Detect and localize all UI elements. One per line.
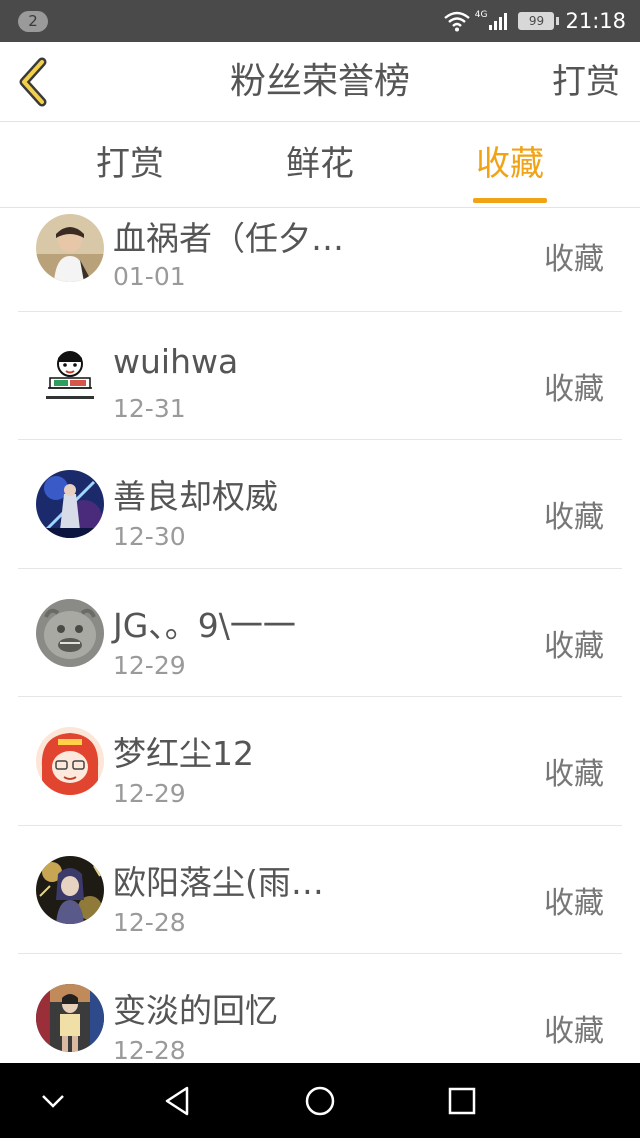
user-avatar[interactable] — [36, 727, 104, 795]
battery-icon: 99 — [518, 12, 555, 30]
user-avatar[interactable] — [36, 470, 104, 538]
user-name: wuihwa — [113, 342, 239, 381]
user-name: 善良却权威 — [113, 477, 278, 516]
status-bar: 2 4G 99 21:18 — [0, 0, 640, 42]
user-avatar[interactable] — [36, 599, 104, 667]
action-label: 收藏 — [544, 886, 604, 921]
tab-favorites[interactable]: 收藏 — [450, 122, 570, 208]
user-name: 欧阳落尘(雨… — [113, 863, 324, 902]
user-avatar[interactable] — [36, 856, 104, 924]
date: 12-28 — [113, 1036, 186, 1063]
action-label: 收藏 — [544, 757, 604, 792]
wifi-icon — [443, 11, 470, 32]
user-avatar[interactable] — [36, 342, 104, 410]
date: 12-28 — [113, 908, 186, 937]
list-item[interactable]: JG、。9\一一 12-29 收藏 — [0, 569, 640, 697]
date: 12-29 — [113, 779, 186, 808]
action-label: 收藏 — [544, 1014, 604, 1049]
collapse-chevron-icon[interactable] — [33, 1081, 73, 1121]
battery-tip — [556, 17, 560, 25]
date: 12-31 — [113, 394, 186, 423]
list-item[interactable]: 梦红尘12 12-29 收藏 — [0, 697, 640, 825]
action-label: 收藏 — [544, 629, 604, 664]
back-chevron-icon[interactable] — [14, 56, 54, 108]
back-triangle-icon[interactable] — [157, 1081, 197, 1121]
user-name: 梦红尘12 — [113, 734, 254, 773]
list-item[interactable]: 变淡的回忆 12-28 收藏 — [0, 954, 640, 1063]
signal-strength-icon — [489, 13, 508, 30]
recent-apps-square-icon[interactable] — [442, 1081, 482, 1121]
user-name: 变淡的回忆 — [113, 991, 278, 1030]
date: 12-29 — [113, 651, 186, 680]
list-item[interactable]: wuihwa 12-31 收藏 — [0, 312, 640, 440]
user-name: 血祸者（任夕… — [113, 219, 344, 258]
tab-bar: 打赏 鲜花 收藏 — [0, 122, 640, 208]
list-item[interactable]: 血祸者（任夕… 01-01 收藏 — [0, 208, 640, 322]
user-avatar[interactable] — [36, 214, 104, 282]
status-icons: 4G 99 21:18 — [443, 8, 626, 34]
home-circle-icon[interactable] — [300, 1081, 340, 1121]
active-tab-indicator — [473, 198, 547, 203]
action-label: 收藏 — [544, 500, 604, 535]
user-name: JG、。9\一一 — [113, 606, 296, 645]
network-type-label: 4G — [474, 10, 488, 20]
tab-flowers[interactable]: 鲜花 — [260, 122, 380, 208]
date: 01-01 — [113, 262, 186, 291]
action-label: 收藏 — [544, 372, 604, 407]
action-label: 收藏 — [544, 242, 604, 277]
fan-list[interactable]: 血祸者（任夕… 01-01 收藏 wuihwa 12-31 收藏 善良却权威 1… — [0, 208, 640, 1063]
tab-reward[interactable]: 打赏 — [70, 122, 190, 208]
notification-count-badge: 2 — [18, 11, 48, 32]
system-navigation-bar — [0, 1063, 640, 1138]
user-avatar[interactable] — [36, 984, 104, 1052]
clock: 21:18 — [565, 9, 626, 33]
page-title: 粉丝荣誉榜 — [229, 61, 410, 102]
app-header: 粉丝荣誉榜 打赏 — [0, 42, 640, 122]
date: 12-30 — [113, 522, 186, 551]
list-item[interactable]: 善良却权威 12-30 收藏 — [0, 440, 640, 568]
list-item[interactable]: 欧阳落尘(雨… 12-28 收藏 — [0, 826, 640, 954]
reward-button[interactable]: 打赏 — [552, 42, 620, 122]
